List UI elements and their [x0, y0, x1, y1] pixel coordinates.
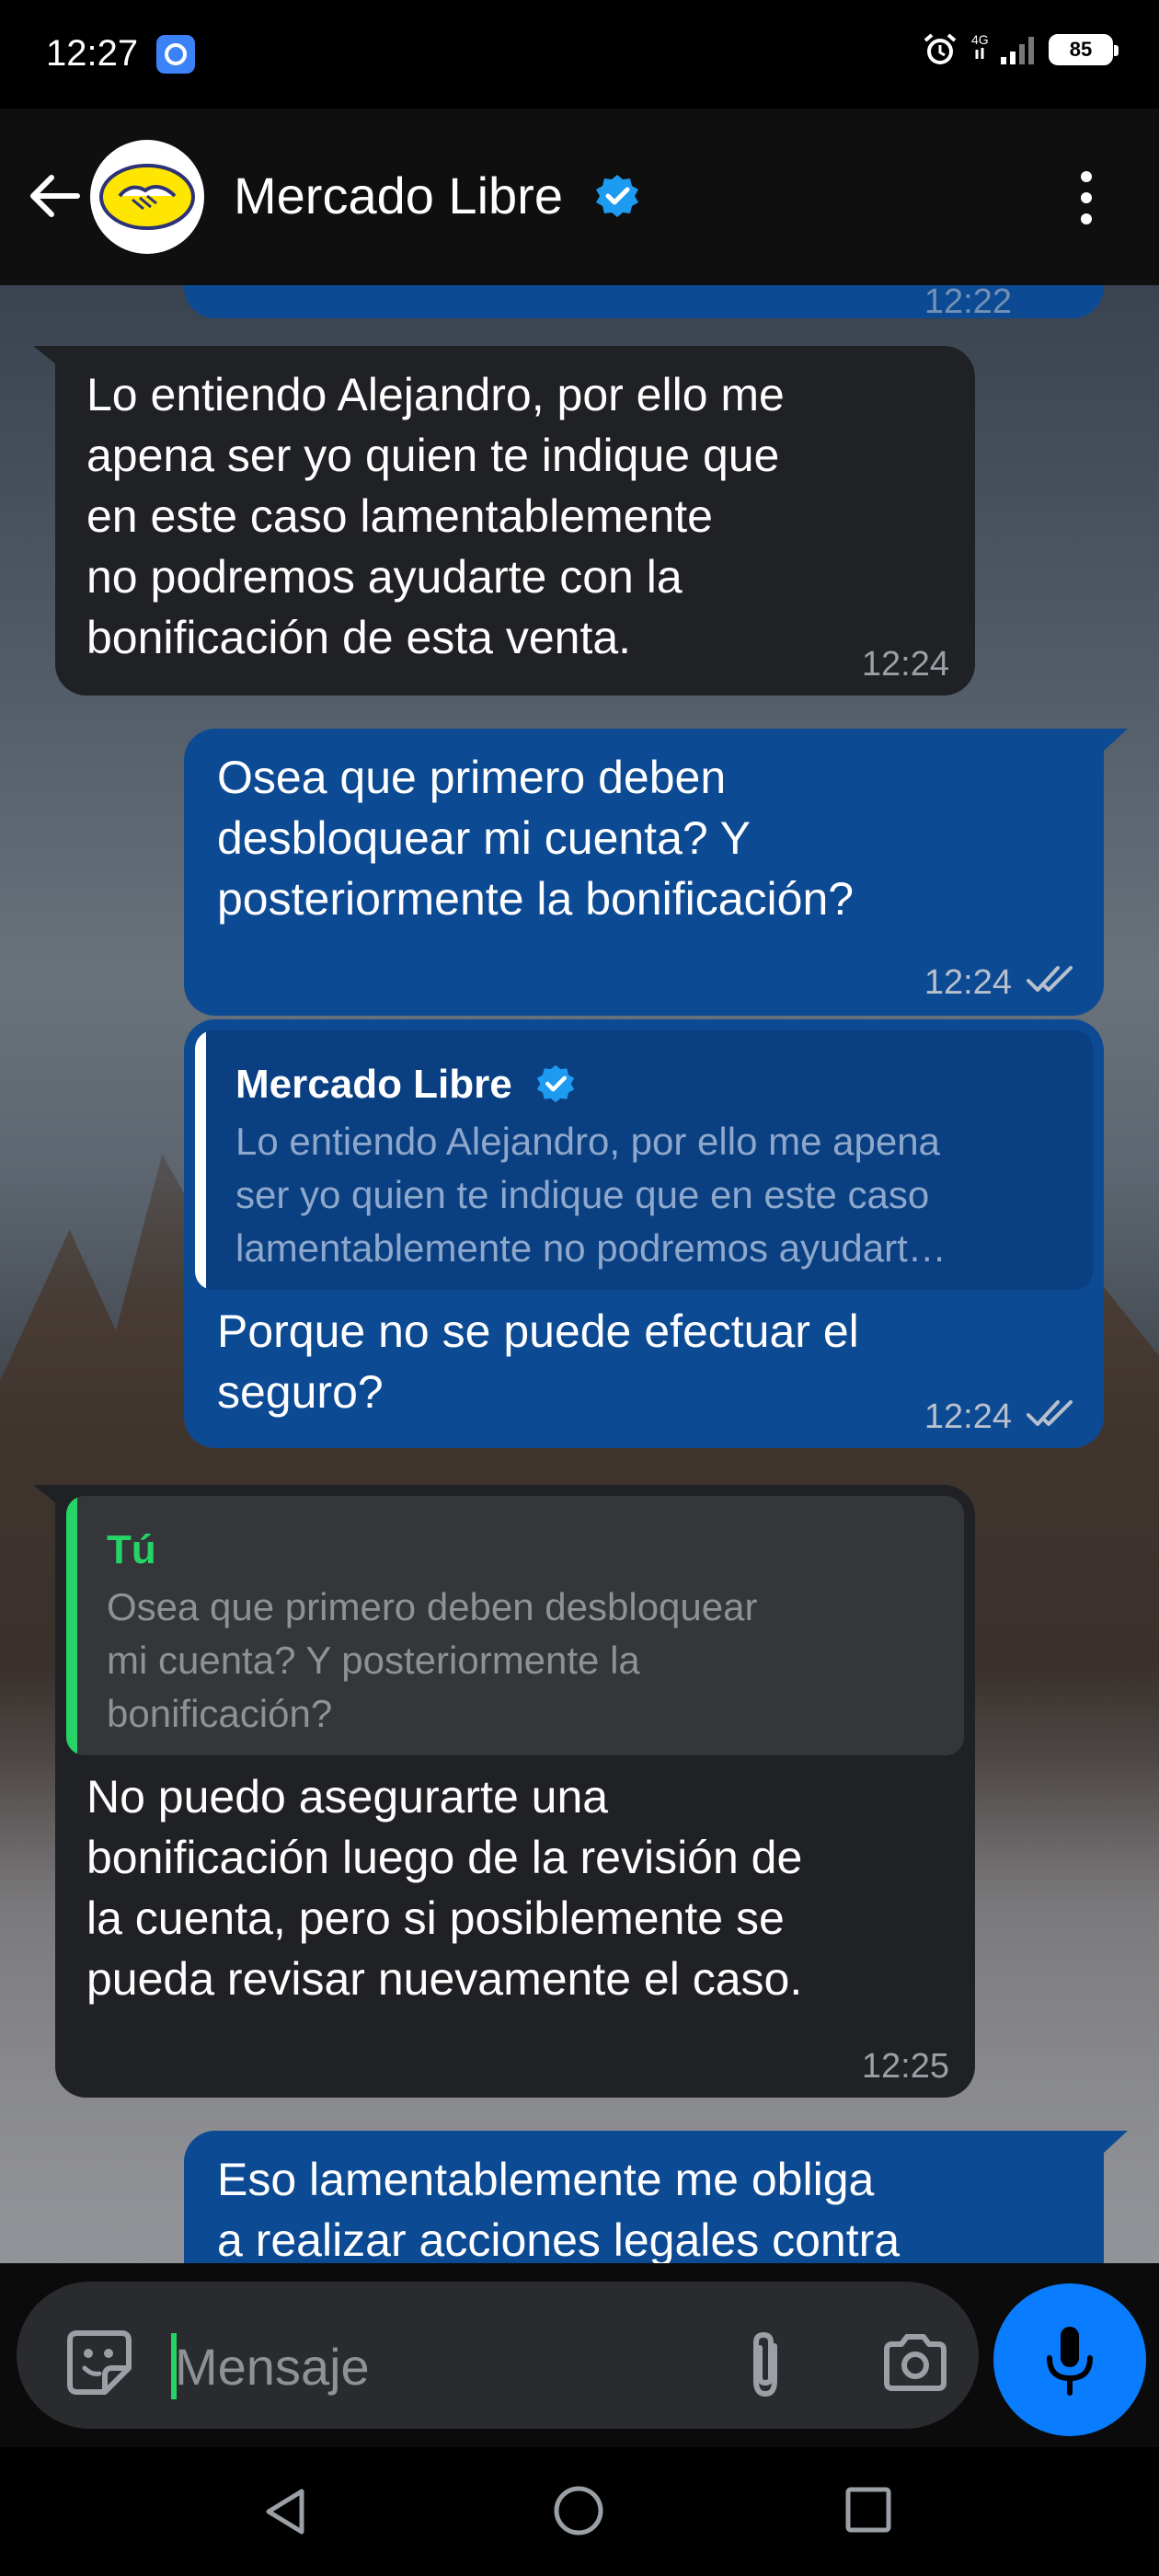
bubble-tail-outgoing [1104, 2131, 1128, 2153]
message-line: a realizar acciones legales contra [217, 2214, 901, 2263]
message-time: 12:24 [924, 963, 1012, 1002]
quote-line: mi cuenta? Y posteriormente la [107, 1639, 640, 1682]
quote-line: ser yo quien te indique que en este caso [235, 1173, 930, 1216]
message-bubble-outgoing[interactable]: Osea que primero deben desbloquear mi cu… [184, 729, 1104, 1016]
signal-icon: 4G [971, 32, 1034, 64]
message-line: pueda revisar nuevamente el caso. [86, 1953, 803, 2005]
more-vert-icon[interactable] [1067, 166, 1106, 230]
bubble-tail-incoming [33, 1485, 61, 1507]
status-icons: 4G 85 [922, 31, 1119, 68]
network-type-label: 4G [971, 32, 989, 47]
message-line: No puedo asegurarte una [86, 1771, 609, 1823]
input-placeholder[interactable]: Mensaje [175, 2337, 370, 2397]
message-line: en este caso lamentablemente [86, 490, 713, 542]
message-line: bonificación luego de la revisión de [86, 1832, 803, 1883]
mic-button[interactable] [993, 2283, 1146, 2436]
quote-line: Osea que primero deben desbloquear [107, 1585, 758, 1628]
verified-badge-icon [536, 1064, 575, 1103]
message-line: no podremos ayudarte con la [86, 551, 683, 603]
message-text: Eso lamentablemente me obliga a realizar… [217, 2149, 900, 2263]
message-bubble-outgoing-partial[interactable]: 12:22 [184, 285, 1104, 321]
message-line: apena ser yo quien te indique que [86, 430, 780, 481]
message-bubble-outgoing-reply[interactable]: Mercado Libre Lo entiendo Alejandro, por… [184, 1019, 1104, 1448]
quote-accent-bar [195, 1030, 206, 1290]
read-ticks-icon [1027, 966, 1073, 992]
attach-paperclip-icon[interactable] [738, 2328, 793, 2401]
quote-sender: Tú [107, 1527, 156, 1572]
quote-accent-bar [66, 1496, 77, 1755]
system-nav-bar [0, 2447, 1159, 2576]
alarm-icon [924, 33, 957, 64]
message-bubble-incoming[interactable]: Lo entiendo Alejandro, por ello me apena… [55, 346, 975, 696]
nav-back-icon[interactable] [259, 2486, 311, 2537]
quote-line: Lo entiendo Alejandro, por ello me apena [235, 1120, 940, 1163]
quote-text: Lo entiendo Alejandro, por ello me apena… [235, 1115, 947, 1275]
composer-bar: Mensaje [0, 2263, 1159, 2447]
chat-messages[interactable]: 12:22 Lo entiendo Alejandro, por ello me… [0, 285, 1159, 2263]
quoted-message[interactable]: Mercado Libre Lo entiendo Alejandro, por… [195, 1030, 1093, 1290]
message-time: 12:24 [861, 645, 949, 684]
quote-line: bonificación? [107, 1692, 333, 1735]
browser-app-icon [156, 35, 195, 74]
verified-badge-icon [596, 175, 638, 217]
nav-recents-icon[interactable] [844, 2486, 892, 2534]
back-arrow-icon[interactable] [22, 164, 86, 228]
message-line: seguro? [217, 1366, 384, 1418]
message-text: Lo entiendo Alejandro, por ello me apena… [86, 364, 785, 668]
mic-icon [1047, 2327, 1093, 2396]
emoji-sticker-icon[interactable] [64, 2328, 134, 2398]
nav-home-icon[interactable] [552, 2484, 605, 2537]
chat-title[interactable]: Mercado Libre [234, 166, 563, 225]
mercado-libre-logo [99, 164, 195, 230]
quote-text: Osea que primero deben desbloquear mi cu… [107, 1581, 757, 1741]
message-line: bonificación de esta venta. [86, 612, 632, 663]
message-text: No puedo asegurarte una bonificación lue… [86, 1766, 802, 2009]
message-bubble-incoming-reply[interactable]: Tú Osea que primero deben desbloquear mi… [55, 1485, 975, 2098]
message-input[interactable]: Mensaje [17, 2282, 979, 2429]
camera-icon[interactable] [881, 2333, 949, 2392]
bubble-tail-outgoing [1104, 729, 1128, 751]
quoted-message[interactable]: Tú Osea que primero deben desbloquear mi… [66, 1496, 964, 1755]
message-line: Lo entiendo Alejandro, por ello me [86, 369, 785, 420]
chat-header: Mercado Libre [0, 109, 1159, 285]
read-ticks-icon [1027, 1400, 1073, 1426]
quote-sender: Mercado Libre [235, 1062, 512, 1107]
avatar[interactable] [90, 140, 204, 254]
bubble-tail-incoming [33, 346, 61, 368]
battery-icon: 85 [1049, 34, 1119, 65]
status-bar: 12:27 4G 85 [0, 0, 1159, 109]
message-time: 12:24 [924, 1397, 1012, 1436]
message-line: desbloquear mi cuenta? Y [217, 812, 752, 864]
quote-line: lamentablemente no podremos ayudart… [235, 1226, 947, 1270]
message-line: posteriormente la bonificación? [217, 873, 855, 925]
message-text: Osea que primero deben desbloquear mi cu… [217, 747, 854, 929]
status-time: 12:27 [46, 33, 139, 74]
battery-level: 85 [1069, 38, 1093, 61]
message-line: la cuenta, pero si posiblemente se [86, 1892, 785, 1944]
message-line: Eso lamentablemente me obliga [217, 2154, 875, 2205]
message-bubble-outgoing-partial[interactable]: Eso lamentablemente me obliga a realizar… [184, 2131, 1104, 2263]
message-line: Porque no se puede efectuar el [217, 1305, 859, 1357]
message-line: Osea que primero deben [217, 752, 727, 803]
message-time: 12:22 [924, 285, 1012, 321]
message-time: 12:25 [861, 2047, 949, 2086]
message-text: Porque no se puede efectuar el seguro? [217, 1301, 859, 1422]
